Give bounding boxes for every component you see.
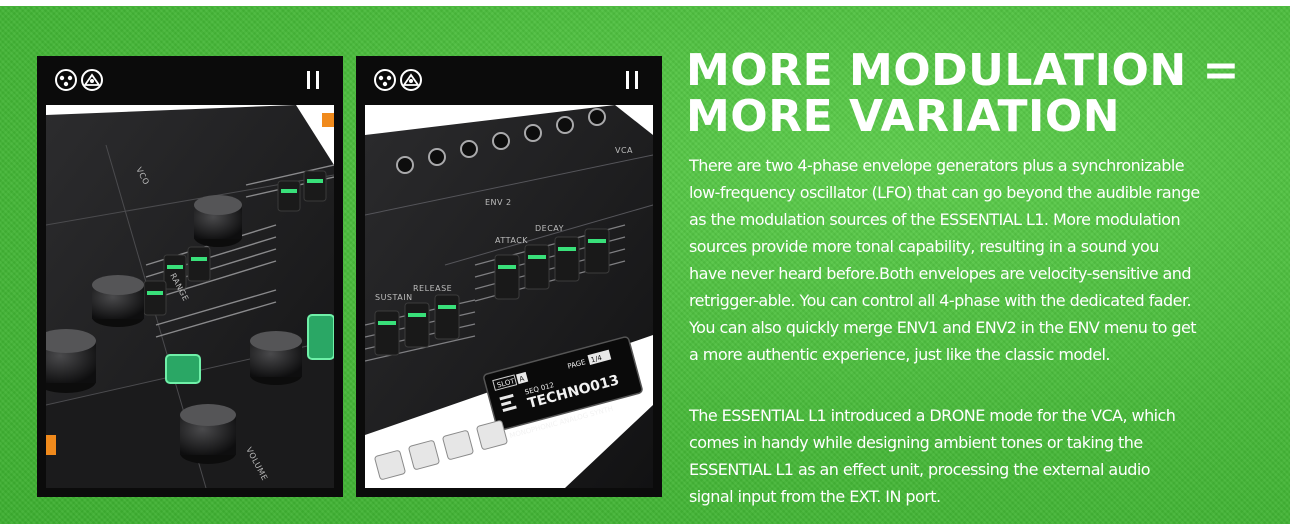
- pause-icon[interactable]: [626, 71, 638, 89]
- pause-icon[interactable]: [307, 71, 319, 89]
- panel-label-attack: ATTACK: [495, 236, 528, 245]
- paragraph-line: retrigger-able. You can control all 4-ph…: [689, 291, 1192, 310]
- panel-label-vca: VCA: [615, 146, 633, 155]
- paragraph-line: a more authentic experience, just like t…: [689, 345, 1111, 364]
- synth-panel-illustration: ENV 2 VCA ATTACK DECAY SUSTAIN RELEASE S…: [365, 105, 653, 488]
- headline-line-2: MORE VARIATION: [686, 91, 1121, 142]
- description-paragraph-drone: The ESSENTIAL L1 introduced a DRONE mode…: [689, 402, 1279, 510]
- paragraph-line: You can also quickly merge ENV1 and ENV2…: [689, 318, 1197, 337]
- headline-line-1: MORE MODULATION =: [686, 45, 1240, 96]
- paragraph-line: low-frequency oscillator (LFO) that can …: [689, 183, 1200, 202]
- video-frame-vco[interactable]: VCO RANGE VOLUME: [46, 105, 334, 488]
- video-card-env: ENV 2 VCA ATTACK DECAY SUSTAIN RELEASE S…: [356, 56, 662, 497]
- paragraph-line: There are two 4-phase envelope generator…: [689, 156, 1185, 175]
- panel-label-env2: ENV 2: [485, 198, 512, 207]
- brand-logo-icon: [55, 69, 103, 91]
- video-card-header: [356, 56, 662, 104]
- brand-logo-icon: [374, 69, 422, 91]
- section-headline: MORE MODULATION = MORE VARIATION: [686, 48, 1276, 140]
- description-paragraph-envelope: There are two 4-phase envelope generator…: [689, 152, 1279, 368]
- paragraph-line: sources provide more tonal capability, r…: [689, 237, 1159, 256]
- paragraph-line: comes in handy while designing ambient t…: [689, 433, 1143, 452]
- paragraph-line: have never heard before.Both envelopes a…: [689, 264, 1192, 283]
- paragraph-line: signal input from the EXT. IN port.: [689, 487, 941, 506]
- panel-label-sustain: SUSTAIN: [375, 293, 413, 302]
- paragraph-line: as the modulation sources of the ESSENTI…: [689, 210, 1181, 229]
- feature-banner: VCO RANGE VOLUME ENV 2 VCA ATTACK DECAY …: [0, 6, 1290, 524]
- video-card-vco: VCO RANGE VOLUME: [37, 56, 343, 497]
- paragraph-line: ESSENTIAL L1 as an effect unit, processi…: [689, 460, 1151, 479]
- video-card-header: [37, 56, 343, 104]
- panel-label-decay: DECAY: [535, 224, 564, 233]
- video-frame-env[interactable]: ENV 2 VCA ATTACK DECAY SUSTAIN RELEASE S…: [365, 105, 653, 488]
- paragraph-line: The ESSENTIAL L1 introduced a DRONE mode…: [689, 406, 1176, 425]
- panel-label-release: RELEASE: [413, 284, 452, 293]
- synth-panel-illustration: VCO RANGE VOLUME: [46, 105, 334, 488]
